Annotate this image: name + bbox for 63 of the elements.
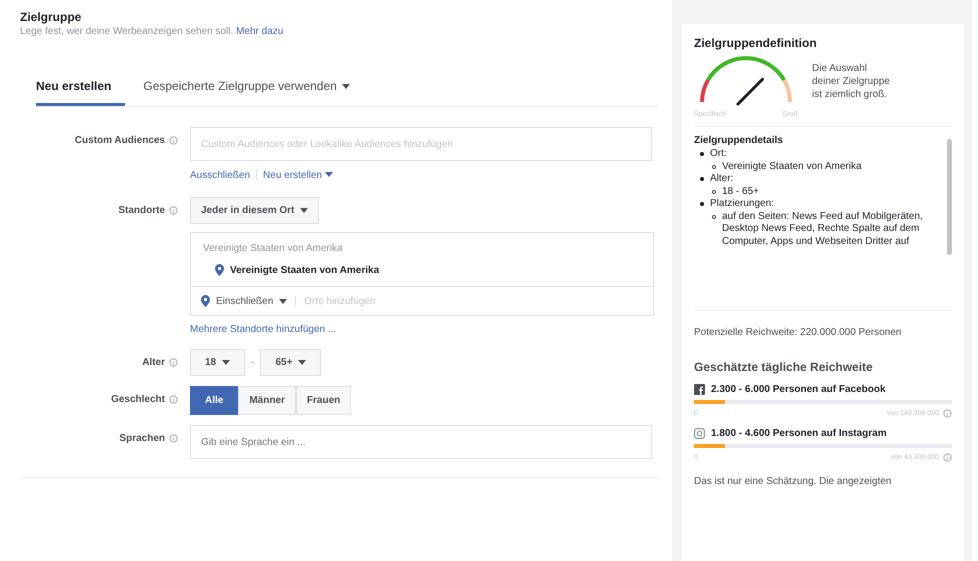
field-label: Alter bbox=[142, 357, 165, 368]
caret-icon bbox=[222, 360, 230, 365]
section-description: Lege fest, wer deine Werbeanzeigen sehen soll. Mehr dazu bbox=[20, 26, 284, 37]
reach-estimate: 2.300 - 6.000 Personen auf Facebook bbox=[711, 384, 886, 395]
detail-item: Ort: bbox=[710, 148, 727, 160]
reach-estimate: 1.800 - 4.600 Personen auf Instagram bbox=[711, 428, 887, 439]
input-field[interactable]: Gib eine Sprache ein ... bbox=[190, 425, 652, 459]
info-icon bbox=[169, 136, 178, 145]
pin-icon bbox=[215, 264, 224, 276]
bullet-icon bbox=[712, 190, 716, 194]
estimate-note: Das ist nur eine Schätzung. Die angezeigten bbox=[694, 476, 892, 487]
detail-item: auf den Seiten: News Feed auf Mobilgeräten, Desktop News Feed, Rechte Spalte auf dem Computer, Apps und Webseiten Dritter auf bbox=[722, 210, 924, 248]
location-name: Vereinigte Staaten von Amerika bbox=[230, 264, 380, 276]
daily-reach-title: Geschätzte tägliche Reichweite bbox=[694, 360, 874, 374]
bullet-icon bbox=[712, 164, 716, 168]
segment-button[interactable]: Alle bbox=[190, 386, 238, 415]
info-icon bbox=[169, 206, 178, 215]
info-icon bbox=[169, 434, 178, 443]
caret-icon bbox=[300, 208, 308, 213]
details-title: Zielgruppendetails bbox=[694, 135, 784, 146]
gauge-needle bbox=[736, 78, 764, 106]
location-heading: Vereinigte Staaten von Amerika bbox=[202, 242, 344, 256]
info-icon bbox=[169, 358, 178, 367]
detail-item: Vereinigte Staaten von Amerika bbox=[722, 160, 862, 173]
scrollbar[interactable] bbox=[947, 139, 952, 255]
caret-icon bbox=[324, 172, 333, 178]
caret-icon bbox=[298, 360, 306, 365]
pin-icon bbox=[201, 295, 210, 307]
tab[interactable]: Gespeicherte Zielgruppe verwenden bbox=[143, 71, 368, 106]
info-icon bbox=[169, 395, 178, 404]
section-title: Zielgruppe bbox=[20, 10, 82, 24]
bullet-icon bbox=[700, 152, 704, 156]
segment-button[interactable]: Frauen bbox=[296, 386, 352, 415]
create-link[interactable]: Neu erstellen bbox=[263, 170, 333, 180]
field-label: Sprachen bbox=[119, 433, 165, 444]
add-locations-link[interactable]: Mehrere Standorte hinzufügen ... bbox=[190, 324, 336, 335]
detail-item: Alter: bbox=[710, 173, 734, 186]
segment-button[interactable]: Männer bbox=[238, 386, 296, 415]
include-dropdown[interactable]: Einschließen bbox=[216, 296, 274, 306]
tab[interactable]: Neu erstellen bbox=[36, 71, 126, 106]
facebook-icon bbox=[694, 384, 705, 395]
dropdown[interactable]: Jeder in diesem Ort bbox=[190, 197, 320, 224]
gauge-description: Die Auswahl deiner Zielgruppe ist ziemlich groß. bbox=[812, 62, 891, 102]
bullet-icon bbox=[712, 214, 716, 218]
detail-item: 18 - 65+ bbox=[722, 186, 759, 198]
dropdown[interactable]: 18 bbox=[190, 349, 246, 376]
info-icon bbox=[943, 453, 952, 462]
potential-reach: Potenzielle Reichweite: 220.000.000 Personen bbox=[694, 310, 952, 340]
dropdown[interactable]: 65+ bbox=[260, 349, 322, 376]
bullet-icon bbox=[700, 177, 704, 181]
caret-icon bbox=[342, 84, 350, 88]
sidebar-title: Zielgruppendefinition bbox=[694, 36, 818, 50]
detail-item: Platzierungen: bbox=[710, 198, 774, 210]
more-link[interactable]: Mehr dazu bbox=[236, 26, 284, 37]
field-label: Custom Audiences bbox=[74, 135, 165, 146]
exclude-link[interactable]: Ausschließen bbox=[190, 170, 250, 180]
field-label: Standorte bbox=[118, 205, 165, 216]
separator: - bbox=[251, 357, 254, 368]
caret-icon bbox=[279, 298, 288, 304]
instagram-icon bbox=[694, 428, 705, 439]
bullet-icon bbox=[700, 202, 704, 206]
info-icon bbox=[943, 409, 952, 418]
field-label: Geschlecht bbox=[111, 394, 165, 405]
